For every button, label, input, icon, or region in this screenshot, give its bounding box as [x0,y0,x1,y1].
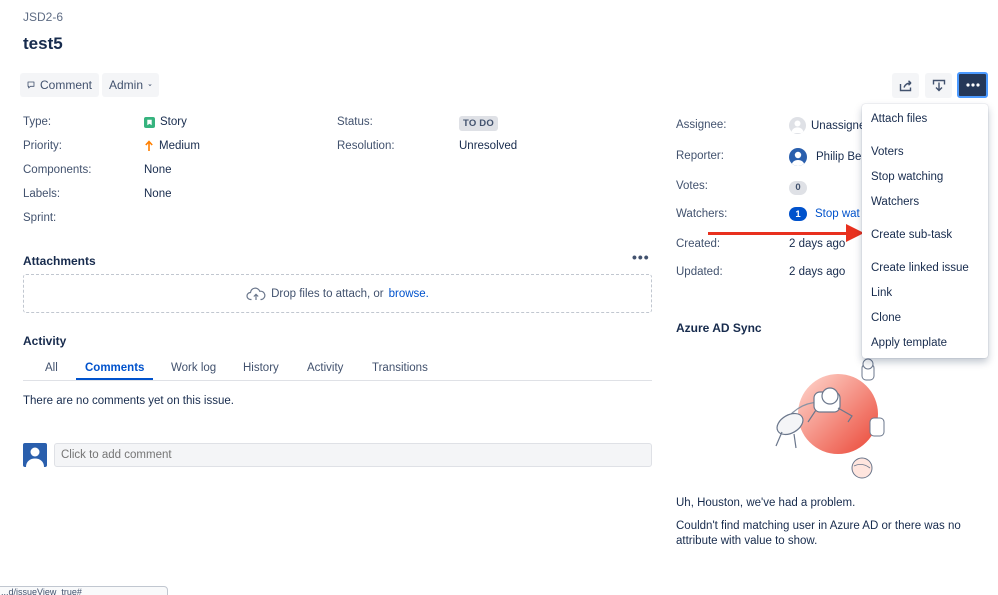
user-icon [26,447,44,467]
annotation-arrow-line [708,232,853,235]
status-label: Status: [337,116,373,128]
admin-button[interactable]: Admin [102,73,159,97]
menu-item-create-linked-issue[interactable]: Create linked issue [871,262,969,274]
attachments-title: Attachments [23,254,96,268]
browse-link[interactable]: browse. [389,288,429,300]
tab-transitions[interactable]: Transitions [372,362,428,380]
watchers-label: Watchers: [676,208,728,220]
issue-key[interactable]: JSD2-6 [23,10,63,24]
share-button[interactable] [892,73,919,98]
reporter-avatar-icon [789,148,807,166]
type-label: Type: [23,116,52,128]
share-icon [899,79,911,91]
comment-button[interactable]: Comment [20,73,99,97]
watchers-count: 1 [789,207,807,221]
assignee-value[interactable]: Unassigne [789,117,865,134]
updated-label: Updated: [676,266,723,278]
menu-item-voters[interactable]: Voters [871,146,904,158]
status-lozenge[interactable]: TO DO [459,115,498,131]
priority-label: Priority: [23,140,62,152]
dropzone-text: Drop files to attach, or [271,287,384,300]
resolution-value: Unresolved [459,140,518,152]
user-avatar [23,443,47,467]
comment-icon [27,81,35,89]
menu-item-clone[interactable]: Clone [871,312,901,324]
priority-value[interactable]: Medium [144,140,200,152]
more-actions-menu: Attach files Voters Stop watching Watche… [862,104,988,358]
components-value[interactable]: None [144,164,172,176]
attachment-dropzone[interactable]: Drop files to attach, or browse. [23,274,652,313]
status-value: TO DO [459,116,498,131]
no-comments-text: There are no comments yet on this issue. [23,395,234,407]
menu-item-link[interactable]: Link [871,287,892,299]
updated-value: 2 days ago [789,266,846,278]
created-value: 2 days ago [789,238,846,250]
astronaut-illustration-icon [770,356,890,484]
activity-title: Activity [23,334,67,348]
admin-button-label: Admin [109,78,144,92]
more-icon [965,83,980,87]
created-label: Created: [676,238,721,250]
status-bar-url: ...d/issueView_true# [0,586,168,595]
menu-item-attach-files[interactable]: Attach files [871,113,927,125]
components-label: Components: [23,164,92,176]
votes-label: Votes: [676,180,708,192]
tab-all[interactable]: All [45,362,58,380]
resolution-label: Resolution: [337,140,395,152]
azure-error-message: Couldn't find matching user in Azure AD … [676,520,961,547]
reporter-name: Philip Be [816,151,862,163]
menu-item-stop-watching[interactable]: Stop watching [871,171,943,183]
type-value-text: Story [160,116,187,128]
chevron-down-icon [148,84,152,87]
tab-work-log[interactable]: Work log [171,362,216,380]
reporter-value[interactable]: Philip Be [789,148,861,166]
type-value[interactable]: Story [144,116,187,128]
more-actions-button[interactable] [957,72,988,98]
labels-label: Labels: [23,188,61,200]
labels-value[interactable]: None [144,188,172,200]
export-icon [932,79,945,92]
export-button[interactable] [925,73,952,98]
cloud-upload-icon [246,287,266,300]
tab-activity[interactable]: Activity [307,362,343,380]
stop-watching-link[interactable]: Stop wat [815,208,860,220]
menu-item-create-sub-task[interactable]: Create sub-task [871,229,952,241]
reporter-label: Reporter: [676,150,724,162]
priority-value-text: Medium [159,140,200,152]
azure-error-heading: Uh, Houston, we've had a problem. [676,497,856,509]
activity-tabs: All Comments Work log History Activity T… [23,360,652,381]
priority-medium-icon [145,140,153,151]
votes-value[interactable]: 0 [789,179,807,195]
comment-button-label: Comment [39,78,92,92]
menu-item-watchers[interactable]: Watchers [871,196,919,208]
assignee-label: Assignee: [676,119,727,131]
azure-ad-sync-title: Azure AD Sync [676,321,762,335]
sprint-label: Sprint: [23,212,57,224]
assignee-name: Unassigne [811,119,866,132]
issue-title[interactable]: test5 [23,34,63,54]
menu-item-apply-template[interactable]: Apply template [871,337,947,349]
unassigned-avatar-icon [789,117,806,134]
attachments-more-icon[interactable]: ••• [632,249,650,265]
votes-count: 0 [789,180,807,195]
tab-history[interactable]: History [243,362,279,380]
watchers-value: 1 Stop wat [789,207,860,221]
story-icon [144,116,155,128]
tab-comments[interactable]: Comments [76,362,154,380]
add-comment-input[interactable] [54,443,652,467]
